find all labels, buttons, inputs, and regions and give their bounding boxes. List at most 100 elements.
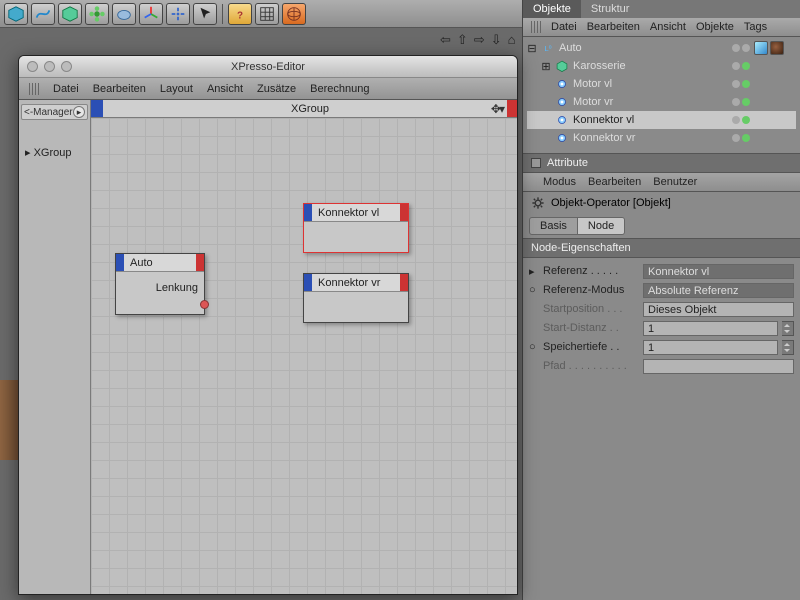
output-port-region[interactable] <box>400 274 408 291</box>
input-port-region[interactable] <box>116 254 124 271</box>
xpresso-node-kvl[interactable]: Konnektor vl <box>303 203 409 253</box>
window-titlebar[interactable]: XPresso-Editor <box>19 56 517 78</box>
output-port-region[interactable] <box>196 254 204 271</box>
visibility-dots[interactable] <box>732 80 750 88</box>
visibility-dots[interactable] <box>732 116 750 124</box>
visibility-dots[interactable] <box>732 62 750 70</box>
prop-value[interactable]: Absolute Referenz <box>643 283 794 298</box>
grip-icon[interactable] <box>29 83 39 95</box>
tool-cube-icon[interactable] <box>4 3 28 25</box>
sidebar-item-xgroup[interactable]: ▸ XGroup <box>21 146 88 159</box>
xmenu-layout[interactable]: Layout <box>160 83 193 95</box>
node-title: Auto <box>124 257 196 269</box>
object-type-icon <box>555 95 569 109</box>
nav-back-icon[interactable]: ⇦ <box>440 32 451 48</box>
tool-help-icon[interactable]: ? <box>228 3 252 25</box>
prop-arrow-icon[interactable]: ○ <box>529 284 539 296</box>
drag-handle-icon[interactable]: ✥▾ <box>491 102 503 116</box>
tree-row[interactable]: Konnektor vl <box>527 111 796 129</box>
tool-cube2-icon[interactable] <box>58 3 82 25</box>
node-header[interactable]: Auto <box>116 254 204 272</box>
minimize-icon[interactable] <box>44 61 55 72</box>
object-type-icon <box>555 131 569 145</box>
tab-objekte[interactable]: Objekte <box>523 0 581 18</box>
tool-flower-icon[interactable] <box>85 3 109 25</box>
input-port-region[interactable] <box>91 100 103 117</box>
output-port-icon[interactable] <box>200 300 209 309</box>
xmenu-ansicht[interactable]: Ansicht <box>207 83 243 95</box>
xpresso-window[interactable]: XPresso-Editor Datei Bearbeiten Layout A… <box>18 55 518 595</box>
tag-icon[interactable] <box>754 41 768 55</box>
visibility-dots[interactable] <box>732 134 750 142</box>
visibility-dots[interactable] <box>732 44 750 52</box>
tab-node[interactable]: Node <box>578 217 625 235</box>
property-row: ○Referenz-ModusAbsolute Referenz <box>529 281 794 299</box>
output-port-region[interactable] <box>507 100 517 117</box>
xmenu-zusaetze[interactable]: Zusätze <box>257 83 296 95</box>
port-label: Lenkung <box>122 282 198 294</box>
attr-toggle-icon[interactable] <box>531 158 541 168</box>
expand-icon[interactable]: ⊞ <box>541 60 551 73</box>
nav-fwd-icon[interactable]: ⇨ <box>474 32 485 48</box>
tool-axes-icon[interactable] <box>139 3 163 25</box>
xmenu-bearbeiten[interactable]: Bearbeiten <box>93 83 146 95</box>
tool-spline-icon[interactable] <box>31 3 55 25</box>
node-canvas[interactable]: Auto Lenkung Konnektor vl Konnektor vr <box>91 118 517 594</box>
tool-arrows-out-icon[interactable] <box>166 3 190 25</box>
prop-value[interactable]: 1 <box>643 340 778 355</box>
menu-ansicht[interactable]: Ansicht <box>650 21 686 33</box>
menu-datei[interactable]: Datei <box>551 21 577 33</box>
menu-benutzer[interactable]: Benutzer <box>653 176 697 188</box>
tree-row[interactable]: ⊟L⁰Auto <box>527 39 796 57</box>
attr-head-label: Attribute <box>547 157 588 169</box>
input-port-region[interactable] <box>304 204 312 221</box>
close-icon[interactable] <box>27 61 38 72</box>
nav-home-icon[interactable]: ⌂ <box>508 32 516 48</box>
tool-globe-icon[interactable] <box>282 3 306 25</box>
nav-down-icon[interactable]: ⇩ <box>491 32 502 48</box>
menu-objekte[interactable]: Objekte <box>696 21 734 33</box>
xgroup-header[interactable]: XGroup ✥▾ <box>91 100 517 118</box>
menu-bearbeiten2[interactable]: Bearbeiten <box>588 176 641 188</box>
tree-row[interactable]: Motor vr <box>527 93 796 111</box>
expand-icon[interactable]: ⊟ <box>527 42 537 55</box>
zoom-icon[interactable] <box>61 61 72 72</box>
grip-icon[interactable] <box>531 21 541 33</box>
tag-icon[interactable] <box>770 41 784 55</box>
xmenu-datei[interactable]: Datei <box>53 83 79 95</box>
tab-struktur[interactable]: Struktur <box>581 0 640 18</box>
tool-blob-icon[interactable] <box>112 3 136 25</box>
menu-tags[interactable]: Tags <box>744 21 767 33</box>
prop-value: Dieses Objekt <box>643 302 794 317</box>
nav-up-icon[interactable]: ⇧ <box>457 32 468 48</box>
tool-grid-icon[interactable] <box>255 3 279 25</box>
object-label: Konnektor vl <box>573 114 728 126</box>
prop-value[interactable]: Konnektor vl <box>643 264 794 279</box>
menu-modus[interactable]: Modus <box>543 176 576 188</box>
prop-arrow-icon[interactable]: ○ <box>529 341 539 353</box>
tool-cursor-icon[interactable] <box>193 3 217 25</box>
prop-label: Speichertiefe . . <box>543 341 639 353</box>
panel-tabs: Objekte Struktur <box>523 0 800 18</box>
xmenu-berechnung[interactable]: Berechnung <box>310 83 369 95</box>
prop-arrow-icon[interactable]: ▸ <box>529 265 539 278</box>
tree-row[interactable]: Motor vl <box>527 75 796 93</box>
xpresso-node-kvr[interactable]: Konnektor vr <box>303 273 409 323</box>
object-label: Konnektor vr <box>573 132 728 144</box>
property-row: Pfad . . . . . . . . . . <box>529 357 794 375</box>
visibility-dots[interactable] <box>732 98 750 106</box>
tree-row[interactable]: ⊞Karosserie <box>527 57 796 75</box>
spinner-icon[interactable] <box>782 340 794 355</box>
tab-basis[interactable]: Basis <box>529 217 578 235</box>
menu-bearbeiten[interactable]: Bearbeiten <box>587 21 640 33</box>
output-port-region[interactable] <box>400 204 408 221</box>
input-port-region[interactable] <box>304 274 312 291</box>
tag-column[interactable] <box>754 41 796 55</box>
chevron-right-icon[interactable]: ▸ <box>73 106 85 118</box>
manager-tab[interactable]: <-Manager ▸ <box>21 104 88 120</box>
tree-row[interactable]: Konnektor vr <box>527 129 796 147</box>
xpresso-node-auto[interactable]: Auto Lenkung <box>115 253 205 315</box>
node-header[interactable]: Konnektor vr <box>304 274 408 292</box>
node-header[interactable]: Konnektor vl <box>304 204 408 222</box>
object-type-icon <box>555 113 569 127</box>
